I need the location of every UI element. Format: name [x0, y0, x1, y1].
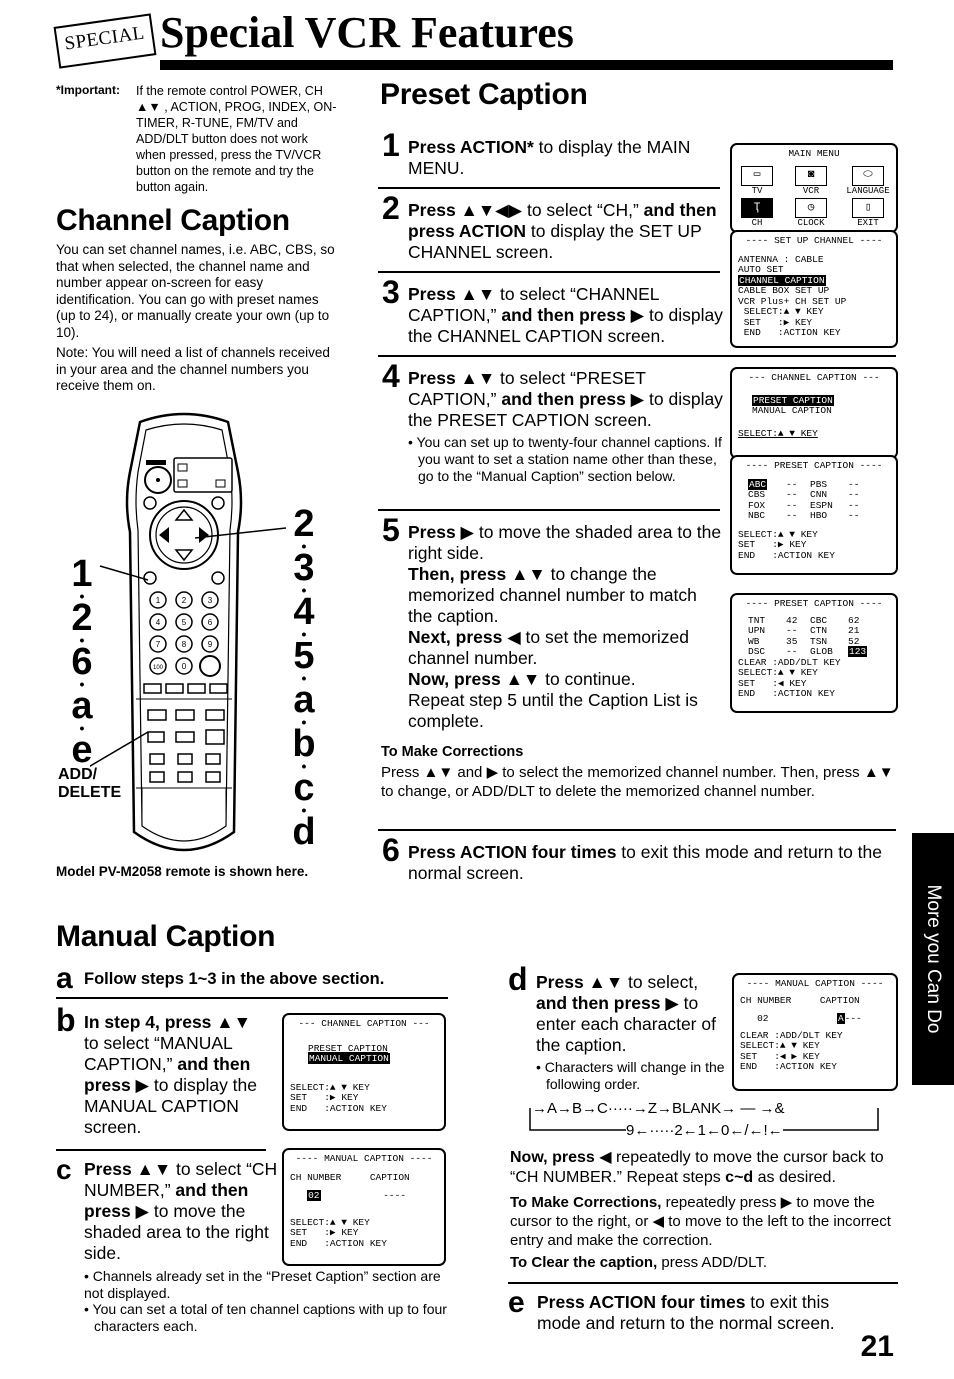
step-c-text: Press ▲▼ to select “CH NUMBER,” and then… — [84, 1159, 278, 1263]
tv-icon: ▭ — [741, 165, 773, 186]
step-d-text: Press ▲▼ to select, and then press ▶ to … — [536, 972, 716, 1055]
step-b-letter: b — [56, 1002, 76, 1038]
clock-icon: ◷ — [795, 198, 827, 218]
channel-caption-note: Note: You will need a list of channels r… — [56, 345, 330, 393]
callout-4: 4 • — [293, 591, 315, 642]
menu-item-clock: ◷ CLOCK — [786, 198, 836, 229]
step-6-number: 6 — [382, 832, 400, 868]
divider — [56, 997, 448, 999]
divider — [56, 1149, 266, 1151]
main-menu-icon-grid: ▭ TV ◙ VCR ⬭ LANGUAGE Ҭ CH ◷ CLOCK ▯ EXIT — [738, 165, 890, 229]
callout-2: 2 • — [71, 597, 93, 648]
step-e-text: Press ACTION four times to exit this mod… — [537, 1292, 835, 1333]
step-3-text: Press ▲▼ to select “CHANNEL CAPTION,” an… — [408, 284, 723, 346]
antenna-icon: Ҭ — [741, 198, 773, 218]
step-c-bullet-2: • You can set a total of ten channel cap… — [84, 1301, 447, 1334]
step-6-text: Press ACTION four times to exit this mod… — [408, 842, 883, 883]
right-callout-stack: 2 • 3 • 4 • 5 • a • b • c • d — [284, 503, 324, 853]
important-text: If the remote control POWER, CH ▲▼ , ACT… — [136, 84, 337, 194]
channel-caption-heading: Channel Caption — [56, 204, 290, 237]
character-order-reverse: 9←·····2←1←0←/←!← — [626, 1122, 783, 1139]
step-a-letter: a — [56, 962, 73, 995]
callout-3: 3 • — [293, 547, 315, 598]
channel-caption-screen: --- CHANNEL CAPTION --- PRESET CAPTION M… — [730, 367, 898, 459]
step-5-number: 5 — [382, 512, 400, 548]
preset-caption-list: ABC -- PBS -- CBS -- CNN -- FOX -- ESPN -- NBC -- H… — [748, 478, 860, 521]
setup-channel-screen: ---- SET UP CHANNEL ---- ANTENNA : CABLE… — [730, 230, 898, 348]
divider — [508, 1282, 898, 1284]
step-a-text: Follow steps 1~3 in the above section. — [84, 970, 385, 988]
cassette-icon: ◙ — [795, 165, 827, 186]
channel-caption-intro: You can set channel names, i.e. ABC, CBS… — [56, 242, 335, 340]
power-label — [146, 460, 166, 465]
step-d-letter: d — [508, 961, 528, 997]
divider — [378, 355, 896, 357]
callout-a: a • — [293, 679, 315, 730]
step-5-text: Press ▶ to move the shaded area to the r… — [408, 522, 722, 731]
callout-b: b • — [292, 723, 316, 774]
preset-caption-screen-1: ---- PRESET CAPTION ---- ABC -- PBS -- CBS -… — [730, 455, 898, 575]
door-icon: ▯ — [852, 198, 884, 218]
remote-model-caption: Model PV-M2058 remote is shown here. — [56, 864, 309, 879]
callout-c: c • — [293, 767, 315, 818]
menu-item-vcr: ◙ VCR — [786, 165, 836, 197]
preset-caption-list: TNT 42 CBC 62 UPN -- CTN 21 WB 35 TSN 52 DSC -- GLO… — [748, 614, 868, 657]
callout-1: 1 • — [71, 553, 93, 604]
menu-item-exit: ▯ EXIT — [840, 198, 896, 229]
now-press-text: Now, press ◀ repeatedly to move the curs… — [510, 1149, 884, 1186]
corrections-heading: To Make Corrections — [381, 744, 524, 760]
step-4-text: Press ▲▼ to select “PRESET CAPTION,” and… — [408, 368, 723, 430]
channel-caption-manual-screen: --- CHANNEL CAPTION --- PRESET CAPTION M… — [282, 1013, 446, 1131]
step-d-bullet: • Characters will change in the followin… — [536, 1059, 725, 1092]
manual-caption-screen-1: ---- MANUAL CAPTION ---- CH NUMBER CAPTI… — [282, 1148, 446, 1266]
step-2-number: 2 — [382, 190, 400, 226]
left-callout-stack: 1 • 2 • 6 • a • e — [62, 553, 102, 771]
main-menu-screen: MAIN MENU ▭ TV ◙ VCR ⬭ LANGUAGE Ҭ CH ◷ CLOCK … — [730, 143, 898, 233]
step-4-number: 4 — [382, 358, 400, 394]
highlighted-option: CHANNEL CAPTION — [738, 274, 826, 286]
page-title: Special VCR Features — [160, 8, 574, 57]
character-order-forward: →A→B→C·····→Z→BLANK→ — →& — [532, 1100, 785, 1117]
divider — [378, 187, 720, 189]
callout-2: 2 • — [293, 503, 315, 554]
manual-caption-screen-2: ---- MANUAL CAPTION ---- CH NUMBER CAPTI… — [732, 973, 898, 1091]
step-c-letter: c — [56, 1154, 72, 1185]
step-3-number: 3 — [382, 274, 400, 310]
clear-caption-text: To Clear the caption, press ADD/DLT. — [510, 1254, 768, 1271]
menu-item-tv: ▭ TV — [732, 165, 782, 197]
preset-caption-screen-2: ---- PRESET CAPTION ---- TNT 42 CBC 62 UPN -… — [730, 593, 898, 713]
step-1-text: Press ACTION* to display the MAIN MENU. — [408, 137, 691, 178]
step-2-text: Press ▲▼◀▶ to select “CH,” and then pres… — [408, 200, 717, 262]
step-4-bullet: • You can set up to twenty-four channel … — [408, 434, 722, 484]
special-badge: SPECIAL — [53, 13, 157, 69]
callout-d: d — [292, 811, 316, 853]
callout-line-nav — [194, 527, 287, 539]
callout-5: 5 • — [293, 635, 315, 686]
callout-6: 6 • — [71, 641, 93, 692]
callout-e: e — [71, 729, 93, 771]
step-1-number: 1 — [382, 127, 400, 163]
section-side-tab: More you Can Do — [912, 833, 954, 1085]
divider — [378, 509, 720, 511]
menu-item-ch: Ҭ CH — [732, 198, 782, 229]
callout-line-action — [99, 565, 149, 581]
important-label: *Important: — [56, 83, 120, 97]
manual-corrections-text: To Make Corrections, repeatedly press ▶ … — [510, 1194, 891, 1249]
character-order-diagram: →A→B→C·····→Z→BLANK→ — →& 9←·····2←1←0←/… — [508, 1098, 906, 1140]
corrections-text: Press ▲▼ and ▶ to select the memorized c… — [381, 764, 894, 800]
lips-icon: ⬭ — [852, 165, 884, 186]
step-b-text: In step 4, press ▲▼ to select “MANUAL CA… — [84, 1012, 258, 1137]
page-number: 21 — [860, 1330, 894, 1363]
divider — [378, 829, 896, 831]
callout-a: a • — [71, 685, 93, 736]
step-c-bullet-1: • Channels already set in the “Preset Ca… — [84, 1268, 441, 1301]
step-e-letter: e — [508, 1286, 525, 1319]
add-delete-label: ADD/DELETE — [58, 766, 122, 801]
title-underline-bar — [160, 60, 893, 70]
manual-caption-heading: Manual Caption — [56, 920, 276, 953]
divider — [378, 271, 720, 273]
callout-lines — [90, 527, 287, 767]
menu-item-language: ⬭ LANGUAGE — [840, 165, 896, 197]
preset-caption-heading: Preset Caption — [380, 78, 588, 111]
